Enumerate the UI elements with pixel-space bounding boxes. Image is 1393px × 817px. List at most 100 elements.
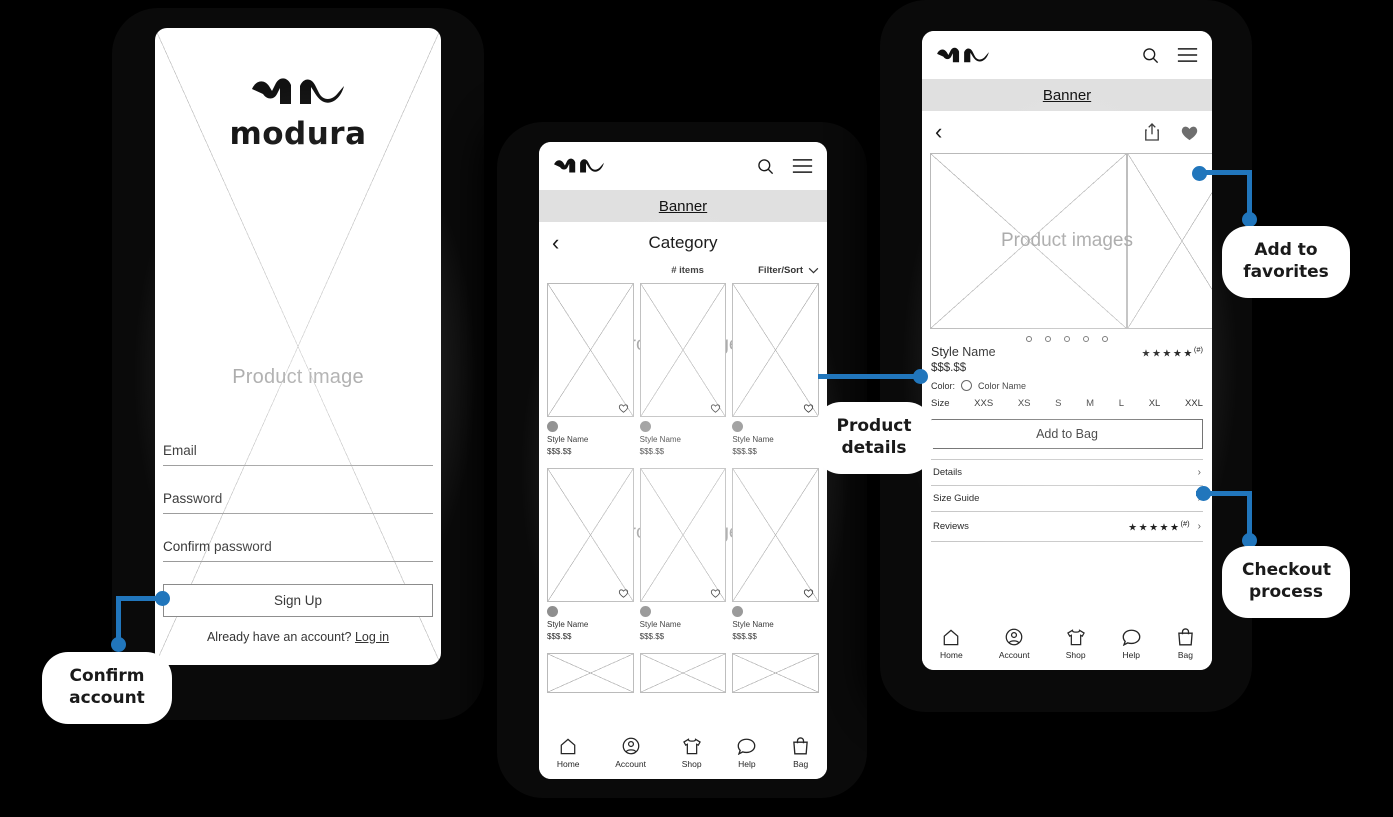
carousel-dot[interactable] <box>1045 336 1051 342</box>
connector-dot <box>1242 212 1257 227</box>
chat-icon <box>738 738 756 755</box>
tab-account[interactable]: Account <box>615 737 646 769</box>
carousel-dot[interactable] <box>1026 336 1032 342</box>
log-in-link[interactable]: Log in <box>355 630 389 644</box>
size-option-xs[interactable]: XS <box>1018 398 1031 409</box>
password-field[interactable]: Password <box>163 488 433 514</box>
tab-bag[interactable]: Bag <box>1177 628 1194 660</box>
size-option-xxs[interactable]: XXS <box>974 398 993 409</box>
product-thumbnail[interactable] <box>732 468 819 602</box>
tab-home[interactable]: Home <box>940 629 963 660</box>
filter-sort-control[interactable]: Filter/Sort <box>758 265 819 276</box>
app-bar <box>922 31 1212 79</box>
hero-label: Product images <box>1000 230 1133 251</box>
color-swatch[interactable] <box>547 606 558 617</box>
color-swatch[interactable] <box>547 421 558 432</box>
product-card[interactable]: Style Name $$$.$$ <box>639 283 727 458</box>
product-card[interactable]: Style Name $$$.$$ <box>547 283 634 458</box>
color-circle-swatch[interactable] <box>961 380 973 392</box>
banner-label: Banner <box>1042 86 1092 104</box>
chevron-down-icon <box>808 267 819 274</box>
tab-home[interactable]: Home <box>557 738 580 769</box>
product-thumbnail[interactable] <box>732 653 819 693</box>
rating[interactable]: ★★★★★(#) <box>1142 345 1204 359</box>
accordion-row-details[interactable]: Details › <box>931 459 1203 485</box>
sign-up-button[interactable]: Sign Up <box>163 584 433 617</box>
connector-dot <box>913 369 928 384</box>
carousel-dot[interactable] <box>1064 336 1070 342</box>
modura-wave-logomark[interactable] <box>553 157 605 175</box>
product-thumbnail[interactable] <box>547 653 634 693</box>
banner[interactable]: Banner <box>539 190 827 222</box>
tab-account[interactable]: Account <box>999 628 1030 660</box>
heart-icon[interactable] <box>618 588 629 598</box>
phone-frame-signup: modura Product image Email Password Conf… <box>98 0 498 734</box>
color-selector[interactable]: Color: Color Name <box>922 374 1212 392</box>
product-name: Style Name <box>639 620 682 629</box>
heart-icon[interactable] <box>618 403 629 413</box>
modura-wave-logomark[interactable] <box>936 46 990 65</box>
product-card[interactable]: Style Name $$$.$$ <box>639 468 727 643</box>
color-label: Color: <box>931 380 956 391</box>
callout-add-to-favorites: Add to favorites <box>1222 226 1350 298</box>
carousel-dot[interactable] <box>1102 336 1108 342</box>
color-swatch[interactable] <box>639 421 651 432</box>
product-hero-carousel[interactable]: Product images <box>930 153 1212 329</box>
tab-label: Help <box>738 758 756 769</box>
back-icon[interactable]: ‹ <box>935 121 942 143</box>
product-price: $$$.$$ <box>639 632 665 641</box>
phone-frame-product: Banner ‹ Product images Style Name ★★★★★… <box>866 0 1266 726</box>
size-option-m[interactable]: M <box>1086 398 1094 409</box>
carousel-dot[interactable] <box>1083 336 1089 342</box>
hamburger-menu-icon[interactable] <box>1177 47 1198 63</box>
search-icon[interactable] <box>1141 46 1160 65</box>
confirm-password-field[interactable]: Confirm password <box>163 536 433 562</box>
product-thumbnail[interactable] <box>732 283 819 417</box>
accordion-row-size-guide[interactable]: Size Guide › <box>931 485 1203 511</box>
product-grid-row: Product images Style Name $$$.$$ Style N… <box>539 458 827 643</box>
accordion-label: Details <box>933 467 963 479</box>
product-thumbnail[interactable] <box>639 468 727 602</box>
callout-confirm-account: Confirm account <box>42 652 172 724</box>
callout-line-1: Checkout <box>1242 560 1331 580</box>
product-card[interactable]: Style Name $$$.$$ <box>732 283 819 458</box>
color-swatch[interactable] <box>639 606 651 617</box>
product-price: $$$.$$ <box>732 447 757 456</box>
heart-icon[interactable] <box>803 588 814 598</box>
product-thumbnail[interactable] <box>547 283 634 417</box>
product-name: Style Name <box>732 620 774 629</box>
hamburger-menu-icon[interactable] <box>792 158 813 174</box>
heart-icon[interactable] <box>803 403 814 413</box>
banner[interactable]: Banner <box>922 79 1212 111</box>
product-thumbnail[interactable] <box>639 653 727 693</box>
heart-icon[interactable] <box>710 588 721 598</box>
reviews-stars: ★★★★★ <box>1128 522 1181 534</box>
product-card[interactable]: Style Name $$$.$$ <box>547 468 634 643</box>
accordion-label: Reviews <box>933 520 969 532</box>
size-option-xl[interactable]: XL <box>1149 398 1161 409</box>
accordion-row-reviews[interactable]: Reviews ★★★★★(#) › <box>931 511 1203 542</box>
share-icon[interactable] <box>1144 123 1160 141</box>
tab-bag[interactable]: Bag <box>792 737 809 769</box>
account-icon <box>622 737 639 755</box>
product-name: Style Name <box>547 435 589 444</box>
heart-icon[interactable] <box>710 403 721 413</box>
tab-help[interactable]: Help <box>1122 629 1141 660</box>
email-field[interactable]: Email <box>163 440 433 466</box>
tab-help[interactable]: Help <box>737 738 756 769</box>
search-icon[interactable] <box>756 157 775 176</box>
size-option-xxl[interactable]: XXL <box>1185 398 1203 409</box>
add-to-bag-button[interactable]: Add to Bag <box>931 419 1203 450</box>
login-prompt: Already have an account? Log in <box>163 630 433 644</box>
tab-shop[interactable]: Shop <box>682 737 702 769</box>
product-card[interactable]: Style Name $$$.$$ <box>732 468 819 643</box>
size-option-l[interactable]: L <box>1119 398 1124 409</box>
product-thumbnail[interactable] <box>547 468 634 602</box>
tab-shop[interactable]: Shop <box>1066 628 1086 660</box>
connector-line <box>818 374 923 379</box>
color-swatch[interactable] <box>732 606 744 617</box>
product-thumbnail[interactable] <box>639 283 727 417</box>
color-swatch[interactable] <box>732 421 744 432</box>
size-option-s[interactable]: S <box>1055 398 1061 409</box>
heart-icon[interactable] <box>1180 124 1199 141</box>
